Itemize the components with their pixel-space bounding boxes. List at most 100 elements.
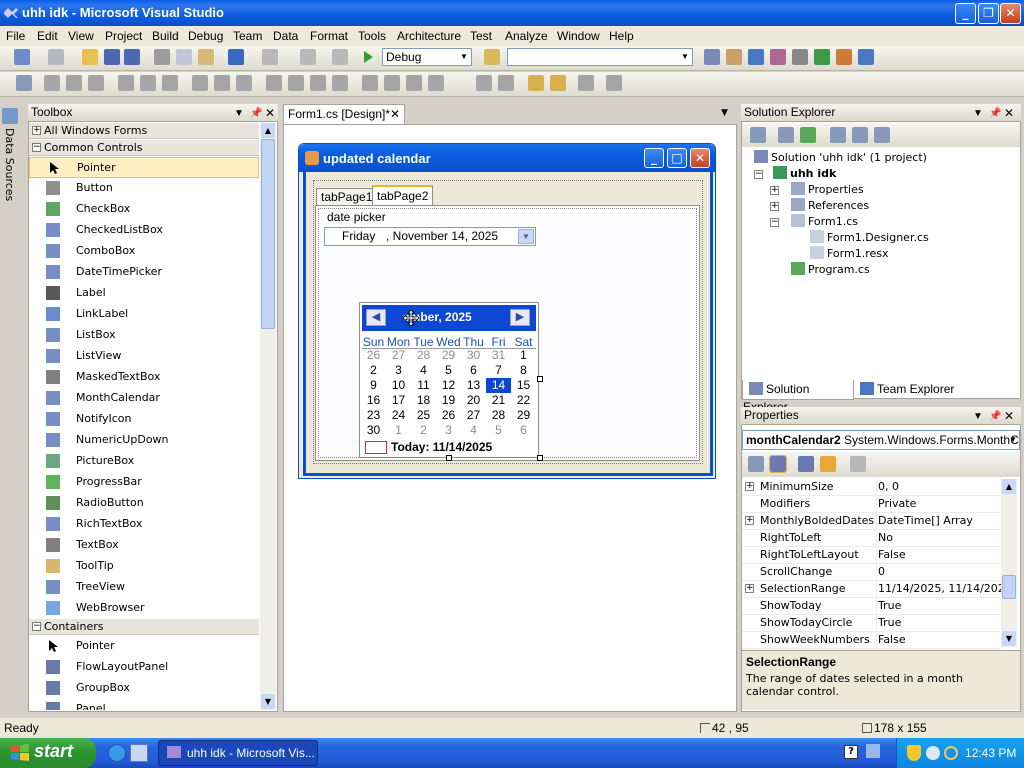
calendar-day[interactable]: 12 <box>436 378 461 393</box>
toolbox-item[interactable]: CheckedListBox <box>29 220 259 241</box>
document-tab[interactable]: Form1.cs [Design]* ✕ <box>283 104 405 124</box>
calendar-day[interactable]: 11 <box>411 378 436 393</box>
toolbox-container-item[interactable]: Panel <box>29 699 259 710</box>
property-row[interactable]: ScrollChange 0 <box>742 564 1000 581</box>
toolbox-item[interactable]: RichTextBox <box>29 514 259 535</box>
align-tops-icon[interactable] <box>118 75 134 91</box>
toolbar-icon-7[interactable] <box>836 49 852 65</box>
toolbox-item[interactable]: Pointer <box>29 157 259 178</box>
taskbar-button-visual-studio[interactable]: uhh idk - Microsoft Vis... <box>158 740 318 766</box>
toolbox-item[interactable]: MaskedTextBox <box>29 367 259 388</box>
help-icon[interactable]: ? <box>844 745 858 759</box>
find-in-files-icon[interactable] <box>484 49 500 65</box>
scroll-down-icon[interactable]: ▼ <box>1002 631 1016 646</box>
show-all-files-icon[interactable] <box>778 127 794 143</box>
pin-icon[interactable]: 📌 <box>989 105 1001 122</box>
close-icon[interactable]: ✕ <box>1004 408 1014 425</box>
toolbox-group-containers[interactable]: − Containers <box>29 619 259 635</box>
menu-file[interactable]: File <box>6 29 25 43</box>
align-to-grid-icon[interactable] <box>16 75 32 91</box>
calendar-day[interactable]: 26 <box>436 408 461 423</box>
expand-icon[interactable]: + <box>770 202 779 211</box>
calendar-day[interactable]: 2 <box>411 423 436 438</box>
toolbar-icon-4[interactable] <box>770 49 786 65</box>
property-pages-icon[interactable] <box>850 456 866 472</box>
resize-handle-corner[interactable] <box>537 455 543 461</box>
vertical-spacing-icon[interactable] <box>362 75 378 91</box>
cut-icon[interactable] <box>154 49 170 65</box>
toolbox-item[interactable]: Label <box>29 283 259 304</box>
toolbar-icon-2[interactable] <box>726 49 742 65</box>
make-same-height-icon[interactable] <box>214 75 230 91</box>
search-icon[interactable] <box>944 746 958 760</box>
solution-node[interactable]: Solution 'uhh idk' (1 project) <box>754 150 927 166</box>
toolbox-header[interactable]: Toolbox ▼ 📌 ✕ <box>28 104 278 122</box>
properties-header[interactable]: Properties ▼ 📌 ✕ <box>741 407 1021 425</box>
scroll-thumb[interactable] <box>261 139 275 329</box>
property-row[interactable]: RightToLeftLayout False <box>742 547 1000 564</box>
expand-icon[interactable]: + <box>745 584 754 593</box>
make-same-size-icon[interactable] <box>236 75 252 91</box>
start-debugging-icon[interactable] <box>360 49 376 65</box>
tab-page-2[interactable]: tabPage2 <box>372 185 434 206</box>
calendar-day[interactable]: 14 <box>486 378 511 393</box>
align-lefts-icon[interactable] <box>44 75 60 91</box>
center-vertically-icon[interactable] <box>498 75 514 91</box>
navigate-back-icon[interactable] <box>300 49 316 65</box>
calendar-day[interactable]: 15 <box>511 378 536 393</box>
toolbox-item[interactable]: ListView <box>29 346 259 367</box>
dropdown-icon[interactable]: ▼ <box>973 105 983 122</box>
pin-icon[interactable]: 📌 <box>989 408 1001 425</box>
toolbox-item[interactable]: ComboBox <box>29 241 259 262</box>
menu-build[interactable]: Build <box>152 29 179 43</box>
toolbox-item[interactable]: NotifyIcon <box>29 409 259 430</box>
calendar-day[interactable]: 19 <box>436 393 461 408</box>
collapse-icon[interactable]: − <box>754 170 763 179</box>
property-row[interactable]: + MonthlyBoldedDates DateTime[] Array <box>742 513 1000 530</box>
property-value[interactable]: No <box>878 530 893 546</box>
scroll-down-icon[interactable]: ▼ <box>261 694 275 709</box>
toolbar-icon-8[interactable] <box>858 49 874 65</box>
toolbox-group-all[interactable]: + All Windows Forms <box>29 123 259 139</box>
toolbox-item[interactable]: MonthCalendar <box>29 388 259 409</box>
scroll-up-icon[interactable]: ▲ <box>261 123 275 138</box>
data-sources-strip[interactable]: Data Sources <box>0 104 20 714</box>
toolbox-item[interactable]: PictureBox <box>29 451 259 472</box>
property-value[interactable]: False <box>878 547 906 563</box>
expand-icon[interactable]: + <box>770 186 779 195</box>
calendar-day[interactable]: 31 <box>486 348 511 363</box>
dropdown-icon[interactable]: ▼ <box>234 105 244 122</box>
property-value[interactable]: 0 <box>878 564 885 580</box>
menu-help[interactable]: Help <box>609 29 634 43</box>
send-to-back-icon[interactable] <box>550 75 566 91</box>
property-value[interactable]: 11/14/2025, 11/14/2025 <box>878 581 1012 597</box>
calendar-day[interactable]: 3 <box>386 363 411 378</box>
calendar-day[interactable]: 6 <box>511 423 536 438</box>
menu-window[interactable]: Window <box>557 29 600 43</box>
navigate-forward-icon[interactable] <box>332 49 348 65</box>
properties-icon[interactable] <box>750 127 766 143</box>
toolbox-item[interactable]: ProgressBar <box>29 472 259 493</box>
toolbox-item[interactable]: WebBrowser <box>29 598 259 619</box>
dropdown-icon[interactable]: ▼ <box>973 408 983 425</box>
toolbox-container-item[interactable]: GroupBox <box>29 678 259 699</box>
menu-view[interactable]: View <box>68 29 94 43</box>
toolbox-item[interactable]: CheckBox <box>29 199 259 220</box>
property-row[interactable]: ShowToday True <box>742 598 1000 615</box>
calendar-day[interactable]: 28 <box>411 348 436 363</box>
open-icon[interactable] <box>82 49 98 65</box>
redo-icon[interactable] <box>262 49 278 65</box>
calendar-day[interactable]: 21 <box>486 393 511 408</box>
object-selector[interactable]: monthCalendar2 System.Windows.Forms.Mont… <box>742 430 1020 450</box>
date-time-picker[interactable]: Friday , November 14, 2025 ▼ <box>324 227 536 246</box>
class-diagram-icon[interactable] <box>874 127 890 143</box>
start-button[interactable]: start <box>0 738 96 768</box>
active-files-dropdown-icon[interactable]: ▼ <box>721 108 728 118</box>
categorized-icon[interactable] <box>748 456 764 472</box>
pin-icon[interactable]: 📌 <box>250 105 262 122</box>
clock[interactable]: 12:43 PM <box>965 746 1016 760</box>
property-value[interactable]: True <box>878 598 901 614</box>
increase-vspacing-icon[interactable] <box>384 75 400 91</box>
calendar-day[interactable]: 6 <box>461 363 486 378</box>
toolbar-icon-3[interactable] <box>748 49 764 65</box>
